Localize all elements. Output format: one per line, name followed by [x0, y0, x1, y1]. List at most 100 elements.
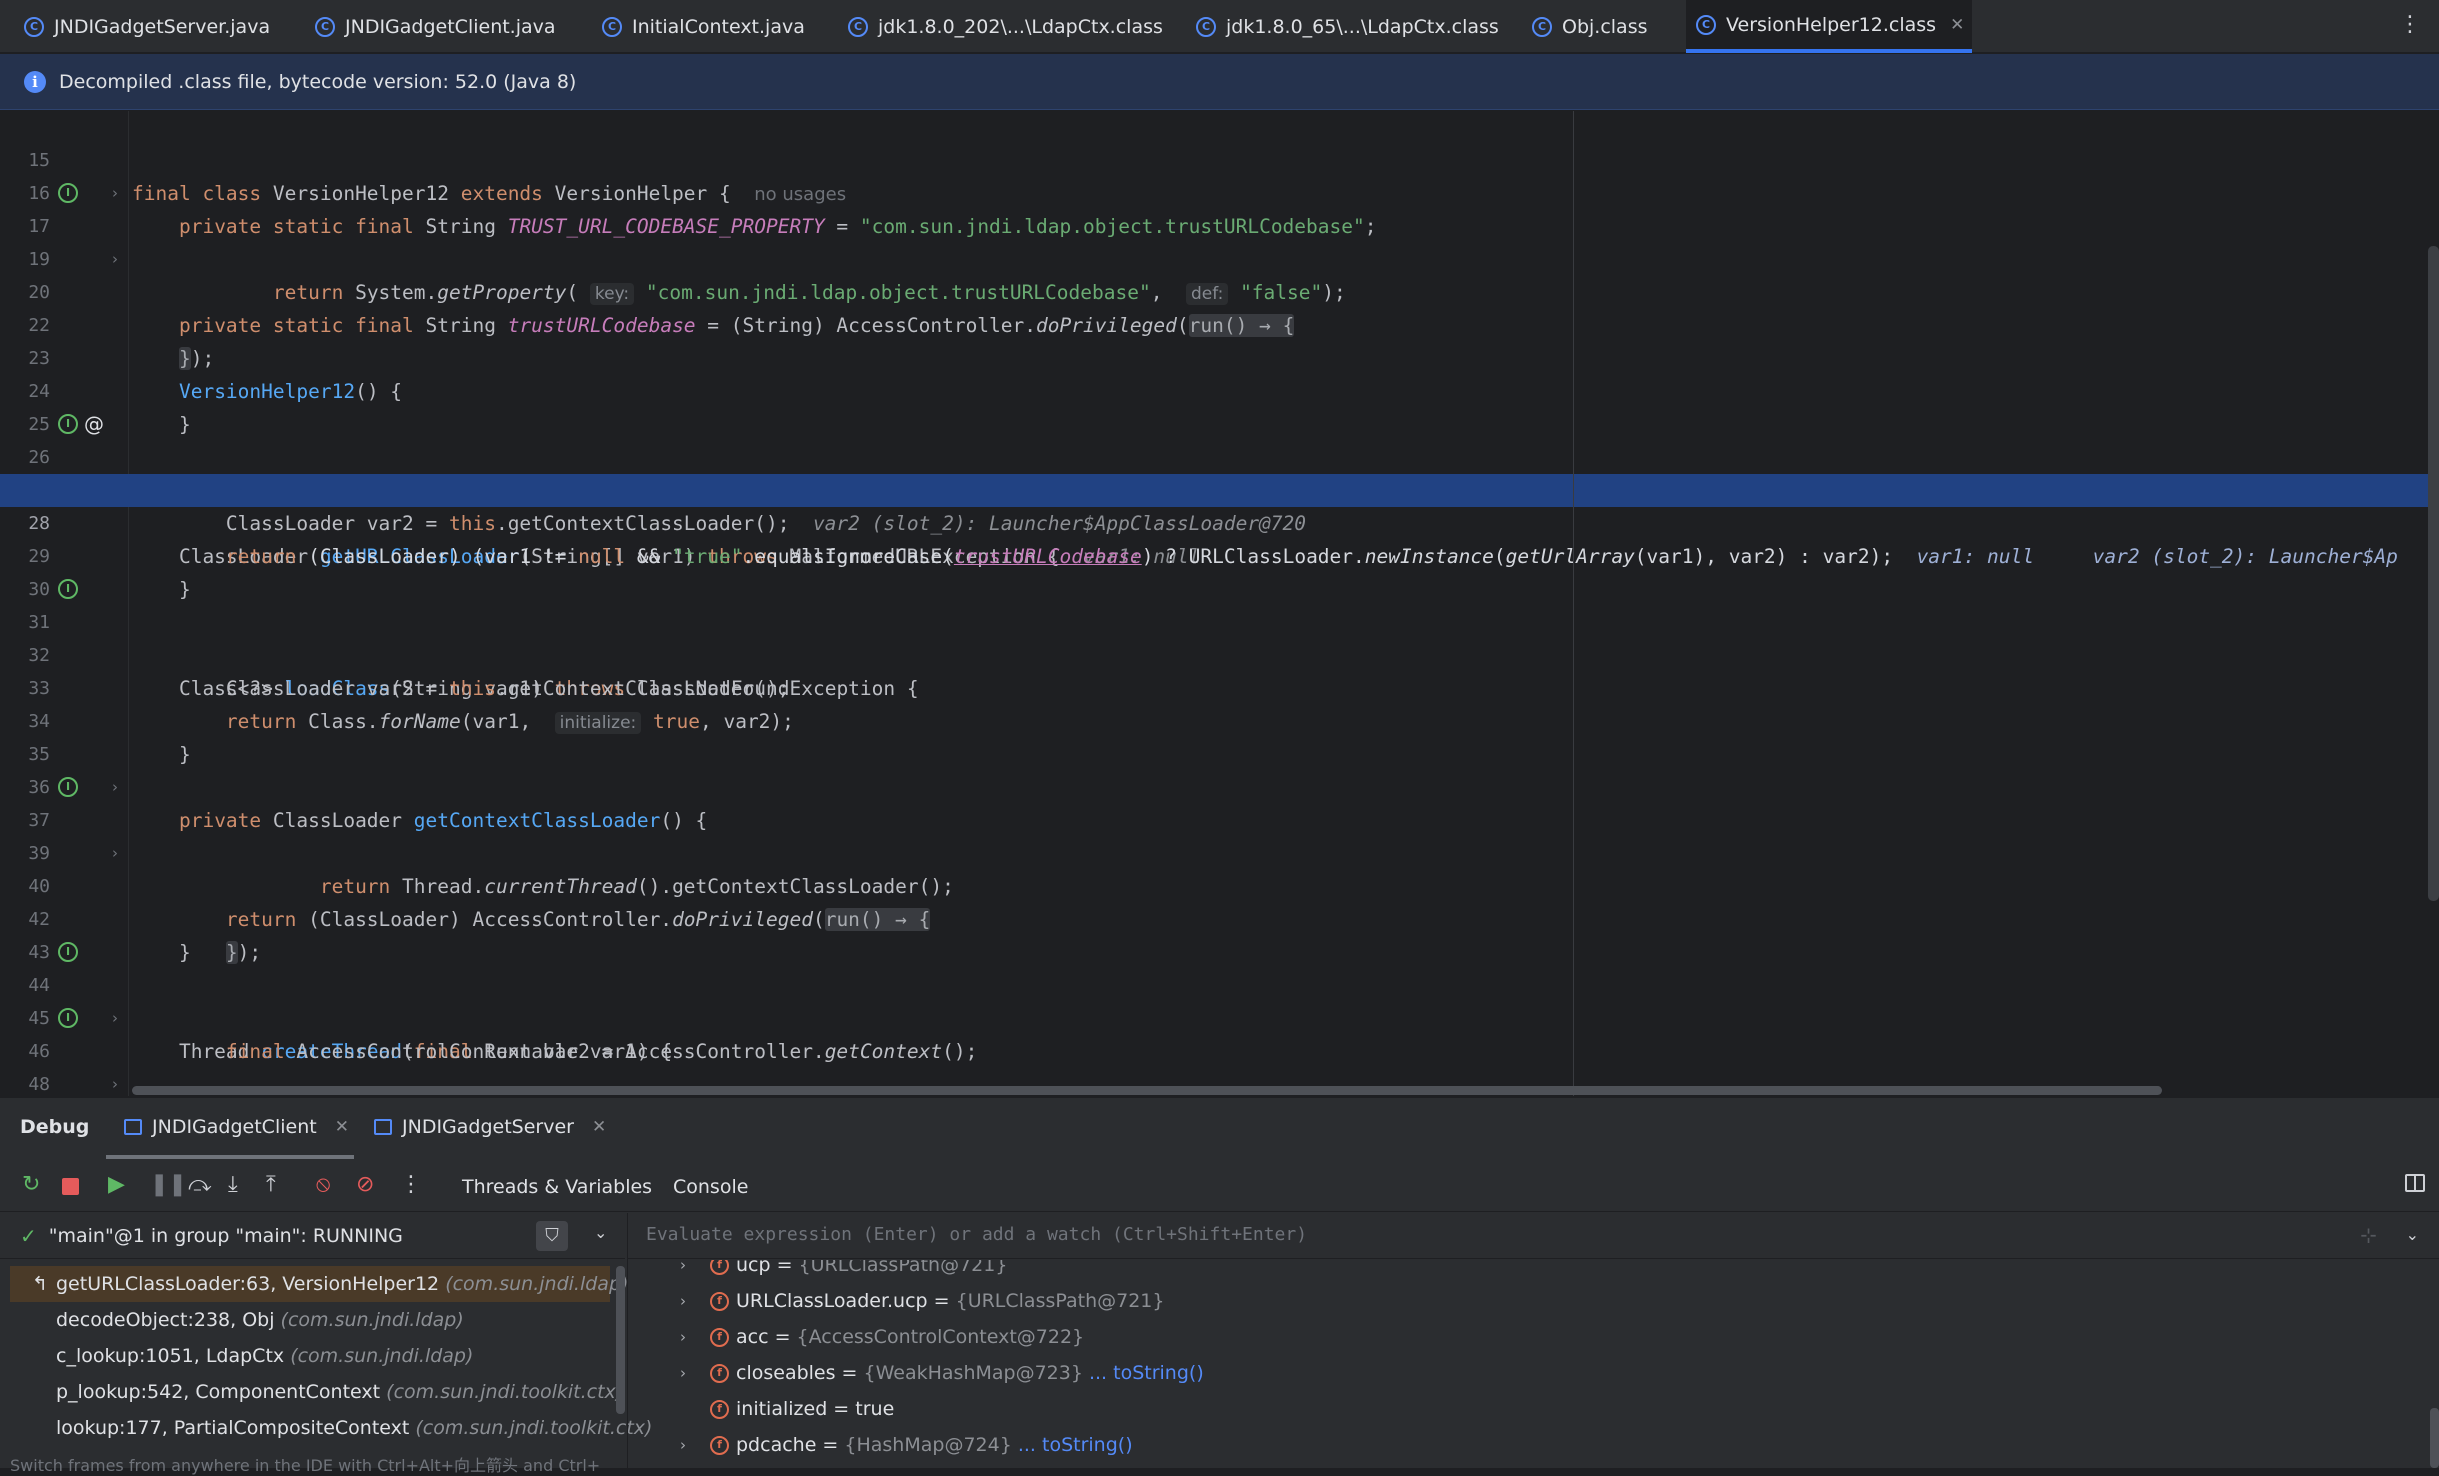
expand-arrow-icon[interactable]: › [680, 1283, 686, 1319]
thread-label: "main"@1 in group "main": RUNNING [48, 1224, 403, 1247]
code-line[interactable]: 39 return Thread.currentThread().getCont… [0, 804, 2439, 898]
thread-selector[interactable]: ✓ "main"@1 in group "main": RUNNING ⛉ ⌄ [0, 1213, 625, 1259]
chevron-down-icon[interactable]: ⌄ [2406, 1225, 2419, 1244]
implemented-icon[interactable]: I [58, 183, 78, 203]
chevron-down-icon[interactable]: ⌄ [594, 1223, 607, 1242]
tab-threads-variables[interactable]: Threads & Variables [462, 1176, 652, 1198]
code-line[interactable]: 20 › }); [0, 243, 2439, 370]
code-line[interactable]: 43 [0, 903, 2439, 963]
code-line[interactable]: 29 } [0, 507, 2439, 601]
fold-chevron-icon[interactable]: › [112, 243, 118, 276]
horizontal-scrollbar[interactable] [132, 1086, 2162, 1095]
step-out-icon[interactable]: ⤒ [266, 1174, 276, 1196]
more-tabs-icon[interactable]: ⋮ [2399, 12, 2421, 37]
code-line[interactable]: 40 › }); [0, 837, 2439, 964]
implemented-icon[interactable]: I [58, 942, 78, 962]
code-line[interactable]: 44 I Thread createThread(final Runnable … [0, 936, 2439, 1063]
code-line[interactable]: 26 I @ ClassLoader getURLClassLoader(Str… [0, 408, 2439, 568]
code-line[interactable]: 25 [0, 375, 2439, 435]
more-options-icon[interactable]: ⋮ [400, 1174, 422, 1196]
code-line[interactable]: 48 return SharedSecrets.getJavaLangAcces… [0, 1035, 2439, 1095]
view-breakpoints-icon[interactable]: ⦸ [316, 1174, 330, 1196]
code-line[interactable]: 37 I › return (ClassLoader) AccessContro… [0, 771, 2439, 931]
frames-scrollbar[interactable] [616, 1266, 625, 1414]
stack-frame[interactable]: ↰ getURLClassLoader:63, VersionHelper12 … [10, 1266, 628, 1302]
fold-chevron-icon[interactable]: › [112, 1002, 118, 1035]
code-line[interactable]: 24 } [0, 342, 2439, 436]
tab-jndigadgetserver-java[interactable]: C JNDIGadgetServer.java [14, 0, 270, 53]
code-line[interactable]: 35 [0, 705, 2439, 765]
to-string-link[interactable]: ... toString() [1012, 1434, 1133, 1456]
variable-row[interactable]: › f ucp = {URLClassPath@721} [628, 1260, 2428, 1283]
close-tab-icon[interactable]: ✕ [1950, 15, 1964, 35]
code-line[interactable]: 31 I Class<?> loadClass(String var1) thr… [0, 573, 2439, 700]
code-line[interactable]: 15 final class VersionHelper12 extends V… [0, 111, 2439, 205]
code-line[interactable]: 46 I › return (Thread) AccessController.… [0, 1002, 2439, 1062]
pause-icon[interactable]: ❚❚ [150, 1174, 187, 1196]
evaluate-expression-bar[interactable]: Evaluate expression (Enter) or add a wat… [628, 1213, 2439, 1259]
rerun-icon[interactable]: ↻ [22, 1174, 40, 1196]
variable-row[interactable]: › f acc = {AccessControlContext@722} [628, 1319, 2428, 1355]
code-line[interactable]: 42 } [0, 870, 2439, 964]
tab-ldapctx-65-class[interactable]: Cjdk1.8.0_65\...\LdapCtx.class [1186, 0, 1499, 53]
layout-settings-icon[interactable] [2405, 1174, 2425, 1192]
stack-frame[interactable]: decodeObject:238, Obj (com.sun.jndi.ldap… [10, 1302, 610, 1338]
expand-arrow-icon[interactable]: › [680, 1427, 686, 1463]
tab-ldapctx-202-class[interactable]: Cjdk1.8.0_202\...\LdapCtx.class [838, 0, 1163, 53]
code-line[interactable]: 16 private static final String TRUST_URL… [0, 144, 2439, 238]
session-tab-jndigadgetclient[interactable]: JNDIGadgetClient ✕ [124, 1116, 349, 1138]
tab-versionhelper12-class[interactable]: C VersionHelper12.class ✕ [1686, 0, 1972, 53]
code-line[interactable]: 19 return System.getProperty( key: "com.… [0, 210, 2439, 305]
stack-frame[interactable]: c_lookup:1051, LdapCtx (com.sun.jndi.lda… [10, 1338, 610, 1374]
mute-breakpoints-icon[interactable]: ⊘ [356, 1174, 374, 1196]
variable-row[interactable]: f initialized = true [628, 1391, 2428, 1427]
tab-jndigadgetclient-java[interactable]: C JNDIGadgetClient.java [305, 0, 556, 53]
close-session-icon[interactable]: ✕ [592, 1117, 606, 1137]
code-line[interactable]: 17 I › private static final String trust… [0, 177, 2439, 337]
code-line[interactable]: 45 final AccessControlContext var2 = Acc… [0, 969, 2439, 1063]
code-line[interactable]: 23 VersionHelper12() { [0, 309, 2439, 403]
implemented-icon[interactable]: I [58, 414, 78, 434]
code-line[interactable]: 32 ClassLoader var2 = this.getContextCla… [0, 606, 2439, 700]
fold-chevron-icon[interactable]: › [112, 177, 118, 210]
implemented-icon[interactable]: I [58, 579, 78, 599]
code-line[interactable]: 30 [0, 540, 2439, 600]
annotation-at-icon[interactable]: @ [84, 408, 104, 441]
tab-initialcontext-java[interactable]: C InitialContext.java [592, 0, 805, 53]
close-session-icon[interactable]: ✕ [335, 1117, 349, 1137]
current-execution-line[interactable]: 28 return (ClassLoader) (var1 != null &&… [0, 474, 2439, 568]
variable-row[interactable]: › f URLClassLoader.ucp = {URLClassPath@7… [628, 1283, 2428, 1319]
tab-obj-class[interactable]: C Obj.class [1522, 0, 1648, 53]
code-line[interactable]: 36 private ClassLoader getContextClassLo… [0, 738, 2439, 832]
code-line[interactable]: 22 [0, 276, 2439, 336]
code-editor[interactable]: 15 final class VersionHelper12 extends V… [0, 111, 2439, 1096]
session-tab-jndigadgetserver[interactable]: JNDIGadgetServer ✕ [374, 1116, 606, 1138]
expand-arrow-icon[interactable]: › [680, 1260, 686, 1283]
implemented-icon[interactable]: I [58, 1008, 78, 1028]
fold-chevron-icon[interactable]: › [112, 771, 118, 804]
stop-icon[interactable] [62, 1178, 79, 1195]
add-watch-icon[interactable]: ⊹ [2360, 1223, 2377, 1247]
vertical-scrollbar[interactable] [2428, 246, 2439, 901]
variable-row[interactable]: › f pdcache = {HashMap@724} ... toString… [628, 1427, 2428, 1463]
code-line[interactable]: 33 return Class.forName(var1, initialize… [0, 639, 2439, 734]
to-string-link[interactable]: ... toString() [1083, 1362, 1204, 1384]
filter-icon[interactable]: ⛉ [536, 1221, 568, 1251]
tab-console[interactable]: Console [673, 1176, 748, 1198]
stack-frame[interactable]: p_lookup:542, ComponentContext (com.sun.… [10, 1374, 623, 1410]
class-file-icon: C [1532, 16, 1552, 37]
stack-frame[interactable]: lookup:177, PartialCompositeContext (com… [10, 1410, 652, 1446]
fold-chevron-icon[interactable]: › [112, 837, 118, 870]
expand-arrow-icon[interactable]: › [680, 1355, 686, 1391]
resume-icon[interactable]: ▶ [108, 1174, 125, 1196]
expand-arrow-icon[interactable]: › [680, 1319, 686, 1355]
code-line[interactable]: 34 } [0, 672, 2439, 766]
step-into-icon[interactable]: ⤓ [228, 1174, 238, 1196]
variables-scrollbar[interactable] [2430, 1408, 2439, 1468]
evaluate-expression-input[interactable]: Evaluate expression (Enter) or add a wat… [646, 1224, 1307, 1245]
variable-row[interactable]: › f closeables = {WeakHashMap@723} ... t… [628, 1355, 2428, 1391]
implemented-icon[interactable]: I [58, 777, 78, 797]
code-line[interactable]: 27 ClassLoader var2 = this.getContextCla… [0, 441, 2439, 535]
fold-chevron-icon[interactable]: › [112, 1068, 118, 1096]
step-over-icon[interactable]: ⤼ [188, 1174, 212, 1196]
